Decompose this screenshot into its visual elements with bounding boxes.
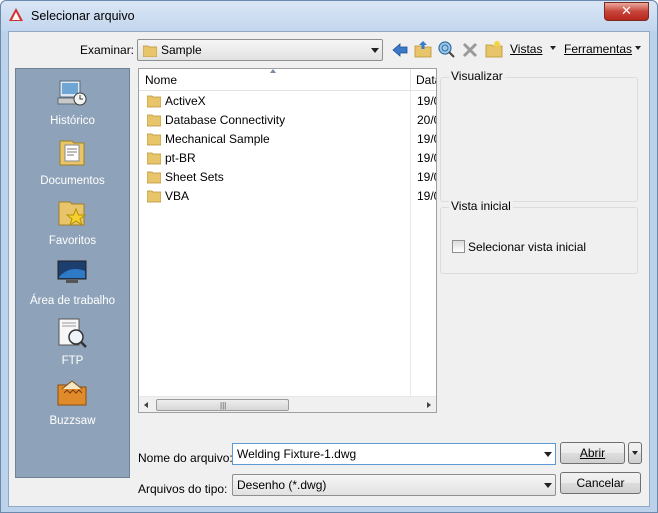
search-web-icon[interactable] [437,40,455,58]
scroll-right-icon[interactable] [427,402,431,408]
file-name: Sheet Sets [165,170,224,184]
place-label: Favoritos [48,235,97,247]
chevron-down-icon [371,48,379,53]
folder-icon [143,45,157,57]
sort-ascending-icon [270,69,276,73]
file-row[interactable]: ActiveX 19/0 [139,92,436,111]
file-name: VBA [165,189,190,203]
file-date: 19/0 [417,151,436,165]
file-row[interactable]: Database Connectivity 20/0 [139,111,436,130]
file-row[interactable]: VBA 19/0 [139,187,436,206]
open-label: Abrir [579,446,606,460]
preview-group: Visualizar [440,69,638,202]
preview-title: Visualizar [449,69,505,83]
open-file-dialog: Selecionar arquivo ✕ Examinar: Sample Vi… [0,0,658,513]
look-in-value: Sample [161,43,202,57]
place-label: Buzzsaw [49,415,96,427]
chevron-down-icon[interactable] [544,452,552,457]
history-icon [57,80,87,106]
desktop-icon [57,260,87,283]
dialog-body: Examinar: Sample Vistas Ferramentas Hist… [8,31,650,507]
look-in-label-text: Examinar: [80,43,135,57]
close-button[interactable]: ✕ [604,2,649,21]
initial-view-group: Vista inicial Selecionar vista inicial [440,199,638,274]
grip-icon: ||| [220,401,227,410]
place-label: Área de trabalho [29,295,116,307]
file-type-label: Arquivos do tipo: [138,482,228,496]
window-title: Selecionar arquivo [31,9,135,23]
file-name: pt-BR [165,151,196,165]
file-name-value: Welding Fixture-1.dwg [237,447,357,461]
folder-icon [147,152,161,165]
place-history[interactable]: Histórico [16,75,129,135]
file-date: 19/0 [417,132,436,146]
scroll-left-icon[interactable] [144,402,148,408]
folder-icon [147,133,161,146]
file-date: 19/0 [417,189,436,203]
places-bar: Histórico Documentos Favoritos Área de t… [15,68,130,478]
folder-icon [147,95,161,108]
up-folder-icon[interactable] [414,40,432,58]
file-name: Mechanical Sample [165,132,270,146]
file-row[interactable]: Mechanical Sample 19/0 [139,130,436,149]
place-label: Histórico [50,115,95,127]
new-folder-icon[interactable] [485,40,503,58]
place-ftp[interactable]: FTP [16,315,129,375]
file-date: 20/0 [417,113,436,127]
scroll-thumb[interactable]: ||| [156,399,289,411]
tools-menu[interactable]: Ferramentas [564,42,632,56]
look-in-dropdown[interactable]: Sample [137,39,383,61]
cancel-label: Cancelar [576,476,625,490]
place-desktop[interactable]: Área de trabalho [16,255,129,315]
tools-label: Ferramentas [564,42,633,56]
column-header-date[interactable]: Data [411,69,436,91]
place-documents[interactable]: Documentos [16,135,129,195]
file-date: 19/0 [417,94,436,108]
look-in-label: Examinar: [80,43,134,57]
file-name: ActiveX [165,94,206,108]
cancel-button[interactable]: Cancelar [560,472,641,494]
file-name: Database Connectivity [165,113,286,127]
folder-icon [147,114,161,127]
title-bar: Selecionar arquivo ✕ [1,1,657,31]
documents-icon [59,140,85,166]
file-type-value: Desenho (*.dwg) [237,478,327,492]
views-label: Vistas [510,42,543,56]
file-date: 19/0 [417,170,436,184]
views-dropdown-icon[interactable] [550,46,556,50]
tools-dropdown-icon[interactable] [635,46,641,50]
autocad-icon [9,8,23,21]
ftp-icon [58,318,87,348]
file-list: Nome Data ActiveX 19/0 Database Connectivi… [138,68,437,413]
folder-icon [147,190,161,203]
place-label: FTP [61,355,84,367]
open-button[interactable]: Abrir [560,442,625,464]
chevron-down-icon [632,451,638,455]
open-options-button[interactable] [628,442,642,464]
place-favorites[interactable]: Favoritos [16,195,129,255]
back-arrow-icon[interactable] [391,41,409,59]
buzzsaw-icon [57,380,87,406]
column-name-label: Nome [145,73,178,87]
place-label: Documentos [40,175,105,187]
select-initial-view-checkbox[interactable] [452,240,465,253]
folder-icon [147,171,161,184]
file-row[interactable]: Sheet Sets 19/0 [139,168,436,187]
column-date-label: Data [416,73,436,87]
initial-view-title: Vista inicial [449,199,513,213]
file-name-input[interactable]: Welding Fixture-1.dwg [232,443,556,465]
file-row[interactable]: pt-BR 19/0 [139,149,436,168]
place-buzzsaw[interactable]: Buzzsaw [16,375,129,435]
views-menu[interactable]: Vistas [510,42,542,56]
select-initial-view-label: Selecionar vista inicial [468,240,587,254]
column-header-name[interactable]: Nome [139,69,411,91]
file-name-label: Nome do arquivo: [138,451,233,465]
horizontal-scrollbar[interactable]: ||| [139,396,436,412]
favorites-icon [58,201,87,227]
file-type-dropdown[interactable]: Desenho (*.dwg) [232,474,556,496]
delete-icon[interactable] [461,41,479,59]
chevron-down-icon [544,483,552,488]
